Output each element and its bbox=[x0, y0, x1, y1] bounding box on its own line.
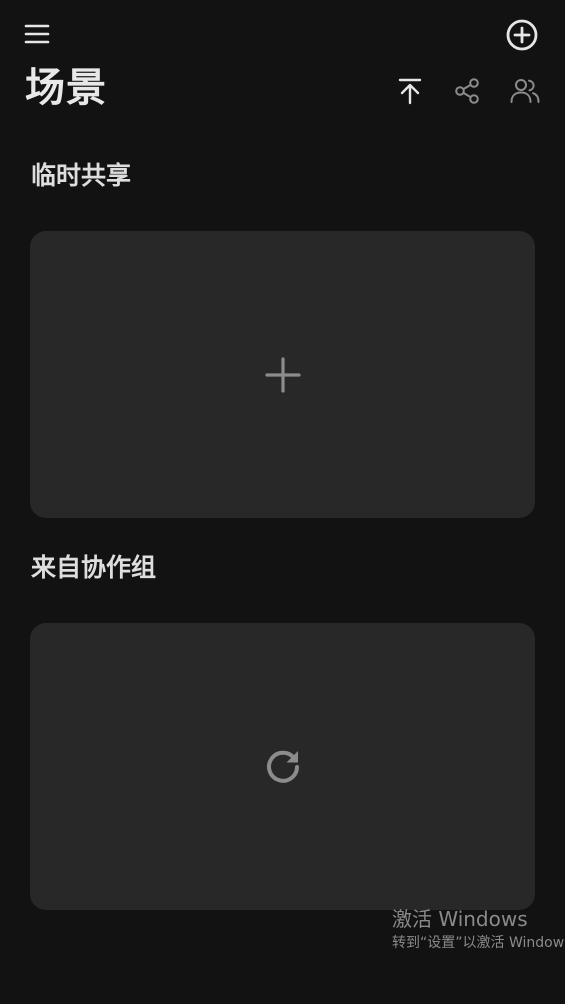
collaboration-group-card[interactable] bbox=[30, 623, 535, 910]
move-to-top-button[interactable] bbox=[395, 75, 425, 107]
menu-button[interactable] bbox=[22, 19, 52, 49]
page-title: 场景 bbox=[25, 65, 107, 111]
plus-icon bbox=[264, 356, 301, 393]
menu-icon bbox=[24, 24, 50, 44]
watermark-subtitle: 转到“设置”以激活 Windows。 bbox=[392, 935, 565, 951]
users-icon bbox=[510, 79, 540, 103]
section-title-from-collaboration-group: 来自协作组 bbox=[31, 553, 157, 582]
share-icon bbox=[455, 78, 479, 104]
scenes-page: 场景 临时共享 来自协作组 激活 Windows 转到“设置”以激活 Windo… bbox=[0, 0, 565, 1004]
plus-circle-icon bbox=[506, 19, 538, 51]
share-button[interactable] bbox=[452, 75, 482, 107]
add-scene-button[interactable] bbox=[504, 17, 540, 53]
add-temporary-share-card[interactable] bbox=[30, 231, 535, 518]
arrow-up-to-top-icon bbox=[398, 78, 422, 105]
collaboration-group-button[interactable] bbox=[508, 75, 542, 107]
section-title-temporary-share: 临时共享 bbox=[31, 161, 132, 190]
windows-activation-watermark: 激活 Windows 转到“设置”以激活 Windows。 bbox=[392, 905, 565, 953]
watermark-title: 激活 Windows bbox=[392, 907, 528, 931]
refresh-icon[interactable] bbox=[263, 747, 303, 787]
